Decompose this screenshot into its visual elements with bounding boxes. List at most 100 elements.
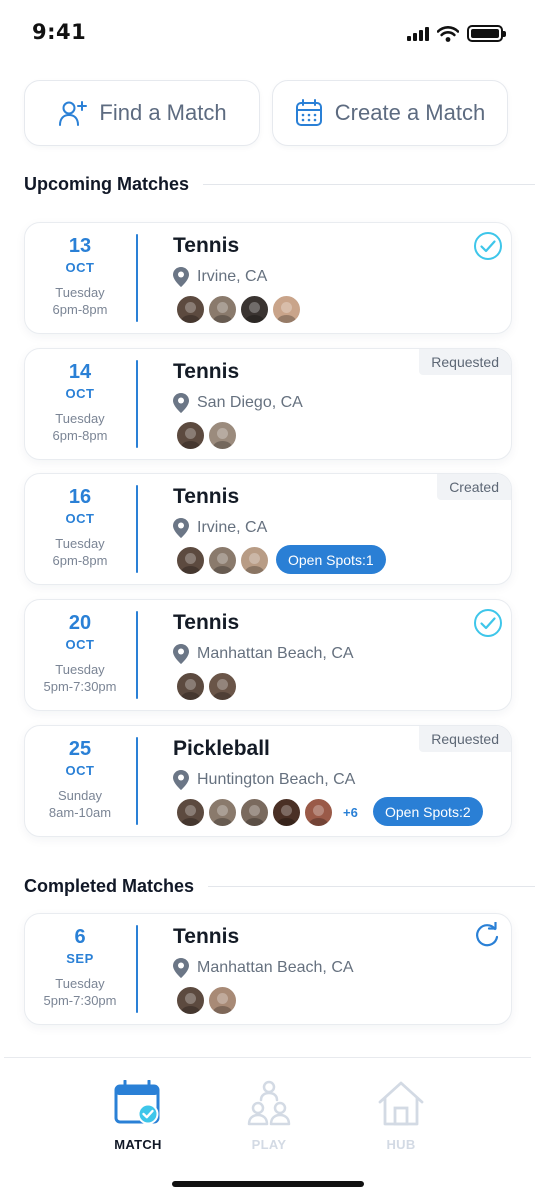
player-avatar[interactable]	[175, 294, 206, 325]
section-divider	[208, 886, 535, 887]
player-avatar[interactable]	[271, 797, 302, 828]
player-avatar[interactable]	[239, 797, 270, 828]
wifi-icon	[437, 25, 459, 42]
player-avatars	[175, 671, 239, 702]
match-time: 5pm-7:30pm	[43, 993, 117, 1008]
date-divider	[136, 611, 138, 699]
date-day: 14	[68, 361, 92, 383]
match-location: Irvine, CA	[173, 518, 267, 538]
sport-name: Tennis	[173, 925, 240, 948]
status-tag: Created	[437, 474, 511, 500]
match-card[interactable]: 16 OCT Tuesday 6pm-8pm Tennis Irvine, CA…	[24, 473, 512, 585]
sport-name: Pickleball	[173, 737, 270, 760]
player-avatar[interactable]	[239, 545, 270, 576]
player-avatar[interactable]	[175, 985, 206, 1016]
date-weekday: Tuesday	[55, 411, 105, 426]
match-card[interactable]: 20 OCT Tuesday 5pm-7:30pm Tennis Manhatt…	[24, 599, 512, 711]
match-time: 6pm-8pm	[52, 428, 108, 443]
player-avatar[interactable]	[207, 294, 238, 325]
date-day: 25	[68, 738, 92, 760]
player-avatar[interactable]	[207, 545, 238, 576]
player-avatar[interactable]	[175, 545, 206, 576]
player-avatar[interactable]	[175, 420, 206, 451]
match-card[interactable]: 13 OCT Tuesday 6pm-8pm Tennis Irvine, CA	[24, 222, 512, 334]
completed-matches-header: Completed Matches	[24, 876, 535, 897]
location-pin-icon	[173, 518, 189, 538]
cellular-signal-icon	[407, 26, 429, 41]
match-date: 14 OCT Tuesday 6pm-8pm	[25, 349, 135, 459]
section-divider	[203, 184, 535, 185]
date-month: OCT	[65, 386, 95, 401]
match-date: 13 OCT Tuesday 6pm-8pm	[25, 223, 135, 333]
tab-play-label: PLAY	[251, 1137, 287, 1152]
date-weekday: Tuesday	[55, 662, 105, 677]
location-text: Manhattan Beach, CA	[197, 645, 354, 662]
player-avatar[interactable]	[239, 294, 270, 325]
match-date: 20 OCT Tuesday 5pm-7:30pm	[25, 600, 135, 710]
match-date: 16 OCT Tuesday 6pm-8pm	[25, 474, 135, 584]
tab-match[interactable]: MATCH	[93, 1079, 183, 1152]
check-circle-icon	[474, 232, 502, 260]
player-avatar[interactable]	[207, 671, 238, 702]
upcoming-matches-header: Upcoming Matches	[24, 174, 535, 195]
player-avatars: +6	[175, 797, 358, 828]
refresh-icon[interactable]	[473, 922, 501, 950]
date-divider	[136, 925, 138, 1013]
player-avatar[interactable]	[175, 797, 206, 828]
date-weekday: Tuesday	[55, 976, 105, 991]
find-match-button[interactable]: Find a Match	[24, 80, 260, 146]
sport-name: Tennis	[173, 234, 240, 257]
find-match-label: Find a Match	[99, 100, 227, 125]
date-month: OCT	[65, 511, 95, 526]
match-location: San Diego, CA	[173, 393, 303, 413]
match-date: 6 SEP Tuesday 5pm-7:30pm	[25, 914, 135, 1024]
match-time: 6pm-8pm	[52, 302, 108, 317]
location-pin-icon	[173, 393, 189, 413]
date-weekday: Sunday	[57, 788, 103, 803]
status-icons	[407, 25, 506, 42]
player-avatar[interactable]	[207, 420, 238, 451]
create-match-button[interactable]: Create a Match	[272, 80, 508, 146]
match-card[interactable]: 6 SEP Tuesday 5pm-7:30pm Tennis Manhatta…	[24, 913, 512, 1025]
player-avatars	[175, 985, 239, 1016]
date-day: 20	[68, 612, 92, 634]
tab-play[interactable]: PLAY	[224, 1080, 314, 1152]
match-location: Manhattan Beach, CA	[173, 958, 354, 978]
date-day: 16	[68, 486, 92, 508]
sport-name: Tennis	[173, 485, 240, 508]
player-avatar[interactable]	[175, 671, 206, 702]
players-icon	[247, 1080, 291, 1126]
add-user-icon	[59, 101, 88, 126]
tab-bar-divider	[4, 1057, 531, 1058]
player-avatars	[175, 294, 303, 325]
player-avatar[interactable]	[303, 797, 334, 828]
open-spots-badge[interactable]: Open Spots:1	[276, 545, 386, 574]
date-divider	[136, 360, 138, 448]
tab-hub[interactable]: HUB	[356, 1080, 446, 1152]
location-pin-icon	[173, 958, 189, 978]
location-pin-icon	[173, 267, 189, 287]
location-text: Huntington Beach, CA	[197, 771, 356, 788]
match-card[interactable]: 14 OCT Tuesday 6pm-8pm Tennis San Diego,…	[24, 348, 512, 460]
player-avatar[interactable]	[207, 797, 238, 828]
open-spots-badge[interactable]: Open Spots:2	[373, 797, 483, 826]
player-avatars	[175, 545, 271, 576]
location-text: Irvine, CA	[197, 268, 268, 285]
sport-name: Tennis	[173, 611, 240, 634]
date-day: 13	[68, 235, 92, 257]
player-avatar[interactable]	[271, 294, 302, 325]
location-text: Irvine, CA	[197, 519, 268, 536]
date-month: OCT	[65, 260, 95, 275]
section-title: Upcoming Matches	[24, 174, 190, 194]
section-title: Completed Matches	[24, 876, 195, 896]
match-card[interactable]: 25 OCT Sunday 8am-10am Pickleball Huntin…	[24, 725, 512, 837]
more-players-count[interactable]: +6	[343, 805, 358, 820]
sport-name: Tennis	[173, 360, 240, 383]
tab-match-label: MATCH	[114, 1137, 162, 1152]
tab-hub-label: HUB	[386, 1137, 416, 1152]
player-avatar[interactable]	[207, 985, 238, 1016]
status-tag: Requested	[419, 349, 511, 375]
date-month: OCT	[65, 637, 95, 652]
home-indicator[interactable]	[172, 1181, 364, 1187]
match-location: Irvine, CA	[173, 267, 267, 287]
